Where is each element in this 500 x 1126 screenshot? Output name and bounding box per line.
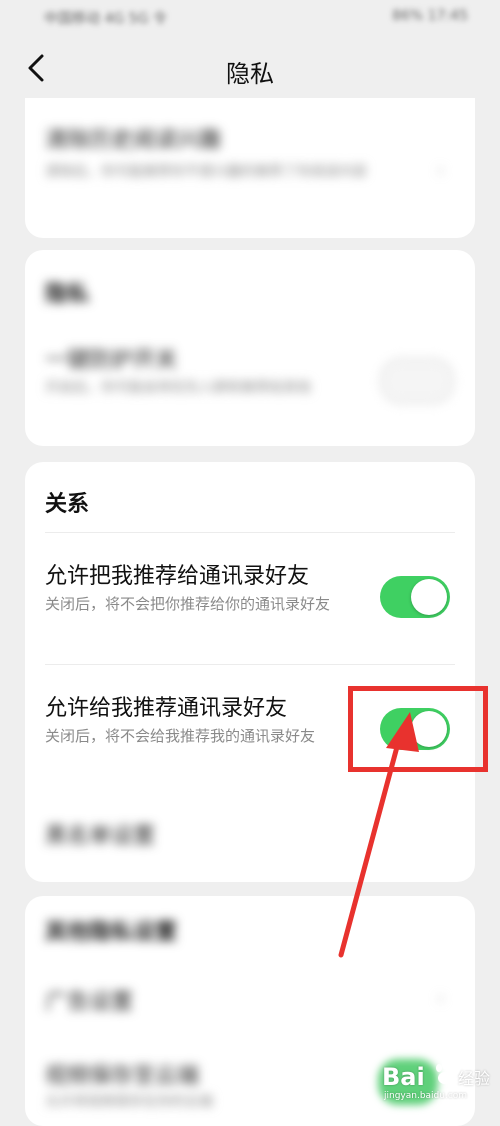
watermark-suffix: 经验 — [458, 1069, 491, 1088]
baidu-watermark: Bai 经验 jingyan.baidu.com — [378, 1055, 496, 1105]
watermark-url: jingyan.baidu.com — [384, 1091, 468, 1101]
paw-icon — [436, 1061, 454, 1084]
annotation-arrow — [338, 712, 419, 958]
watermark-brand: Bai — [382, 1063, 425, 1091]
